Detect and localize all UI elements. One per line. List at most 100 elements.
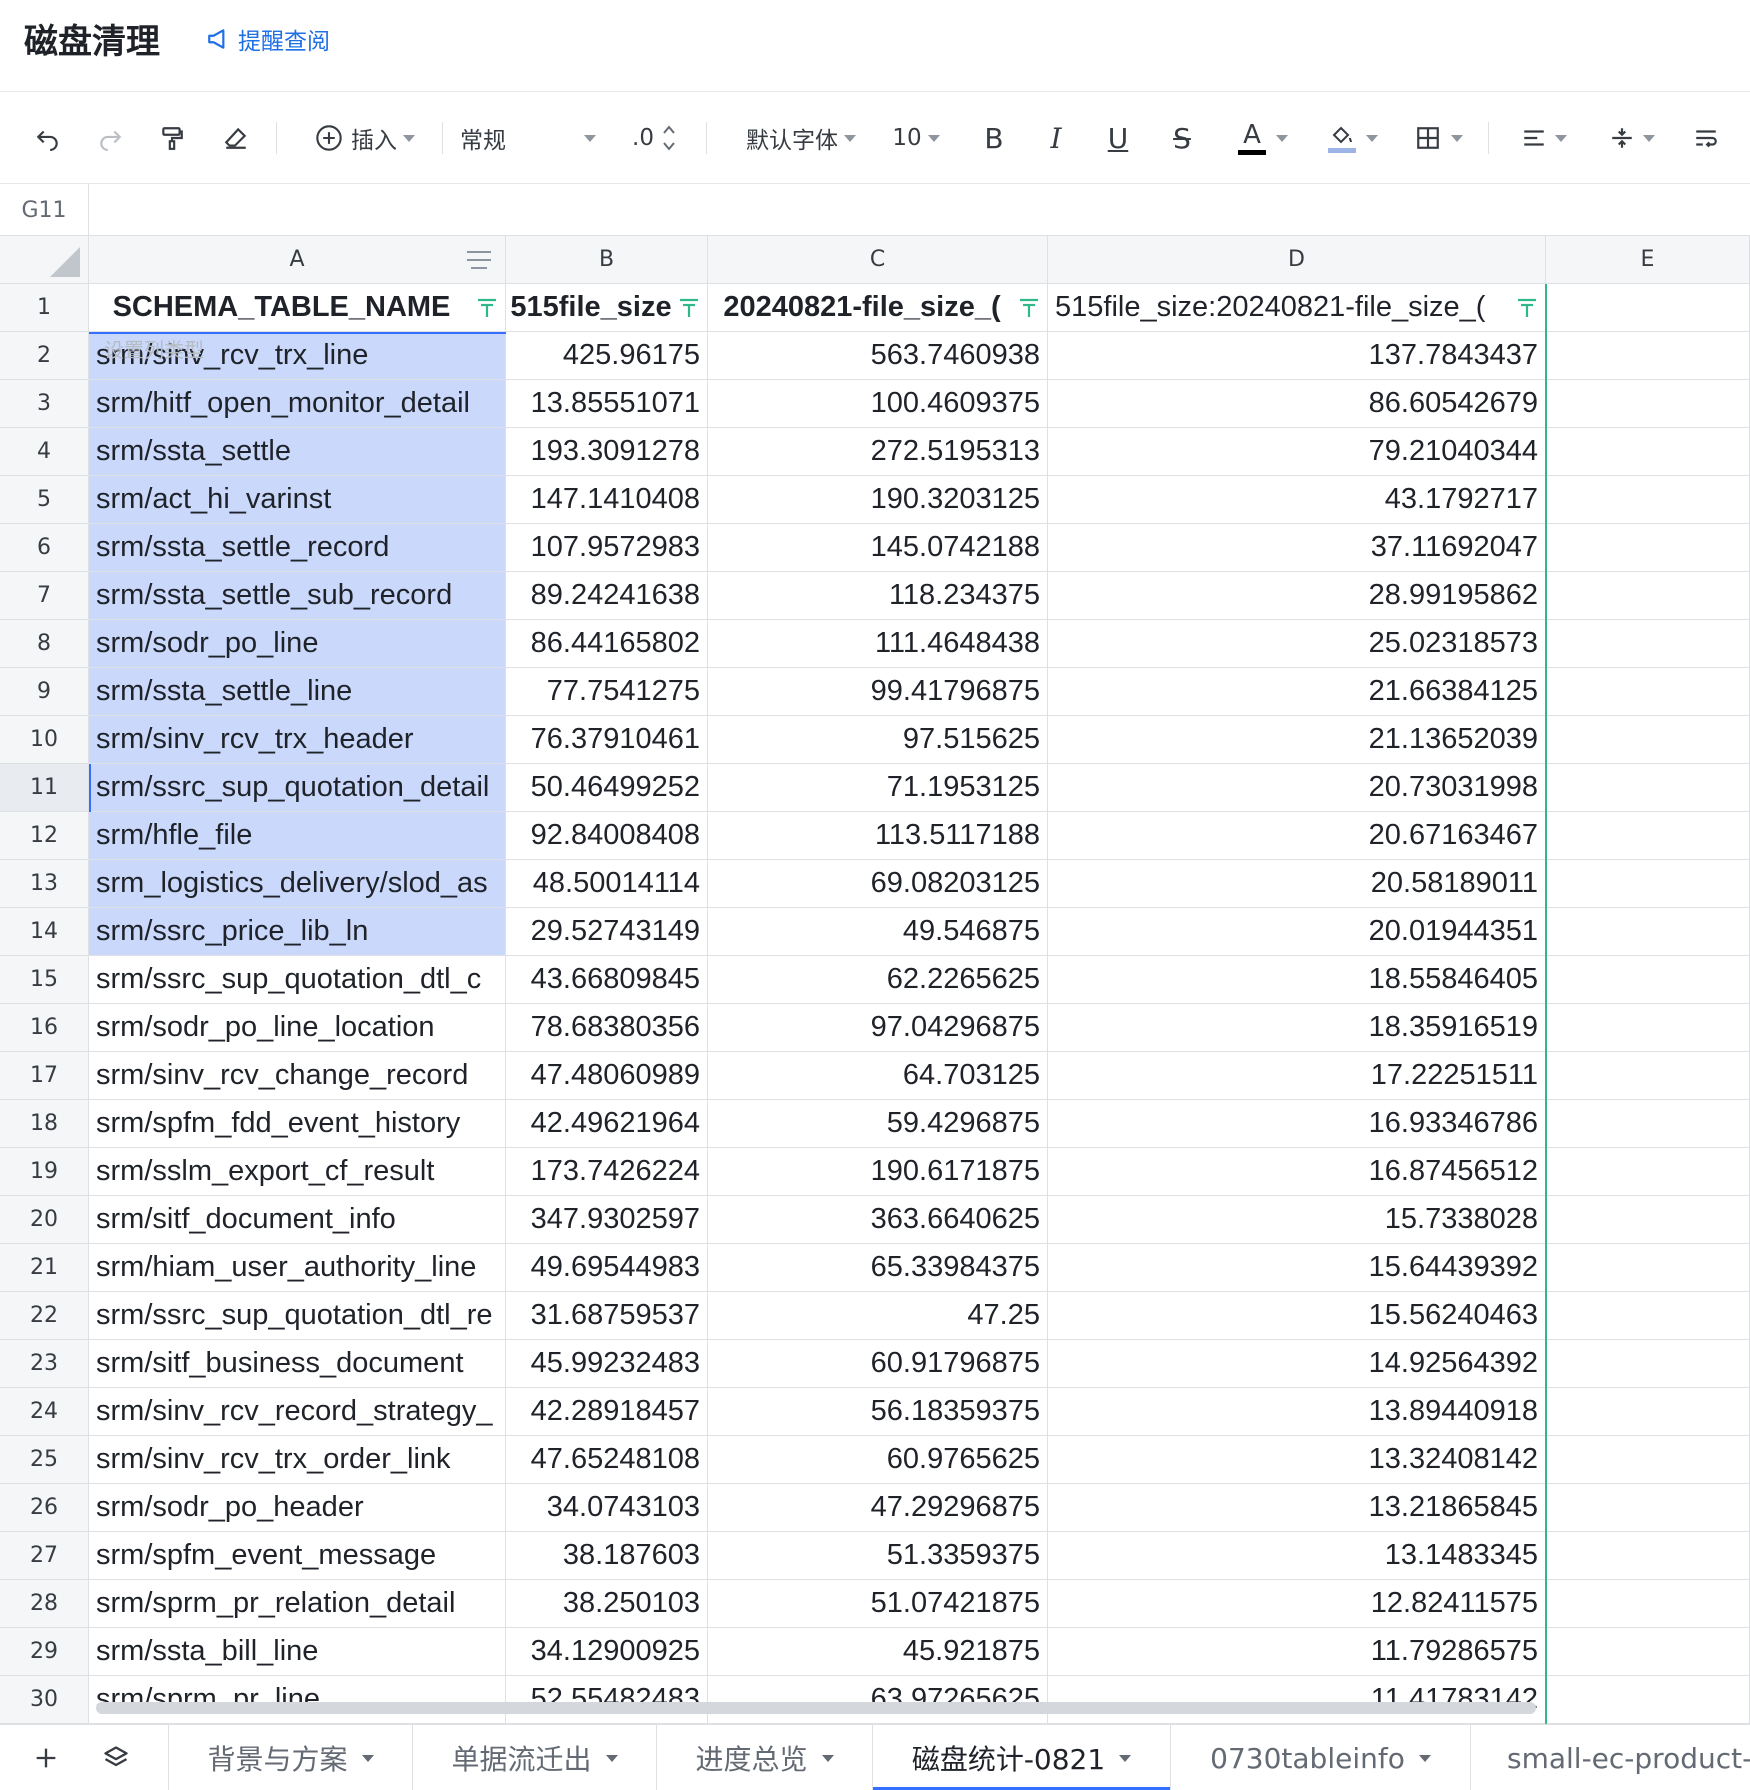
value-cell[interactable]: 100.4609375 [708, 380, 1048, 428]
table-name-cell[interactable]: srm/ssta_settle_sub_record [89, 572, 506, 620]
row-header[interactable]: 6 [0, 524, 89, 572]
value-cell[interactable]: 20.73031998 [1048, 764, 1546, 812]
row-header[interactable]: 29 [0, 1628, 89, 1676]
table-name-cell[interactable]: srm/sitf_business_document [89, 1340, 506, 1388]
value-cell[interactable]: 113.5117188 [708, 812, 1048, 860]
cell[interactable] [1546, 620, 1750, 668]
value-cell[interactable]: 17.22251511 [1048, 1052, 1546, 1100]
value-cell[interactable]: 60.9765625 [708, 1436, 1048, 1484]
row-header[interactable]: 13 [0, 860, 89, 908]
value-cell[interactable]: 51.3359375 [708, 1532, 1048, 1580]
filter-icon[interactable] [1515, 296, 1539, 320]
row-header[interactable]: 15 [0, 956, 89, 1004]
value-cell[interactable]: 20.01944351 [1048, 908, 1546, 956]
table-name-cell[interactable]: srm/spfm_event_message [89, 1532, 506, 1580]
row-header[interactable]: 26 [0, 1484, 89, 1532]
value-cell[interactable]: 363.6640625 [708, 1196, 1048, 1244]
redo-button[interactable] [90, 118, 130, 158]
value-cell[interactable]: 18.35916519 [1048, 1004, 1546, 1052]
table-name-cell[interactable]: srm/sodr_po_line [89, 620, 506, 668]
vertical-align-button[interactable] [1600, 118, 1664, 158]
cell[interactable] [1546, 284, 1750, 332]
row-header[interactable]: 8 [0, 620, 89, 668]
horizontal-align-button[interactable] [1512, 118, 1576, 158]
font-size-select[interactable]: 10 [886, 118, 946, 158]
table-name-cell[interactable]: srm/sodr_po_header [89, 1484, 506, 1532]
sheet-tab[interactable]: 背景与方案 [168, 1725, 412, 1790]
table-name-cell[interactable]: srm/ssrc_sup_quotation_detail [89, 764, 506, 812]
value-cell[interactable]: 31.68759537 [506, 1292, 708, 1340]
row-header[interactable]: 14 [0, 908, 89, 956]
row-header[interactable]: 28 [0, 1580, 89, 1628]
table-name-cell[interactable]: srm/ssrc_price_lib_ln [89, 908, 506, 956]
value-cell[interactable]: 47.25 [708, 1292, 1048, 1340]
chevron-down-icon[interactable] [821, 1754, 834, 1762]
value-cell[interactable]: 42.49621964 [506, 1100, 708, 1148]
value-cell[interactable]: 145.0742188 [708, 524, 1048, 572]
value-cell[interactable]: 34.0743103 [506, 1484, 708, 1532]
value-cell[interactable]: 147.1410408 [506, 476, 708, 524]
value-cell[interactable]: 13.89440918 [1048, 1388, 1546, 1436]
value-cell[interactable]: 92.84008408 [506, 812, 708, 860]
value-cell[interactable]: 69.08203125 [708, 860, 1048, 908]
cell[interactable] [1546, 1244, 1750, 1292]
cell[interactable] [1546, 812, 1750, 860]
column-header-c[interactable]: C [708, 236, 1048, 284]
number-format-select[interactable]: 常规 [460, 118, 596, 158]
header-cell[interactable]: SCHEMA_TABLE_NAME [89, 284, 506, 332]
value-cell[interactable]: 76.37910461 [506, 716, 708, 764]
cell[interactable] [1546, 1388, 1750, 1436]
value-cell[interactable]: 51.07421875 [708, 1580, 1048, 1628]
value-cell[interactable]: 193.3091278 [506, 428, 708, 476]
value-cell[interactable]: 59.4296875 [708, 1100, 1048, 1148]
cell[interactable] [1546, 1676, 1750, 1724]
chevron-down-icon[interactable] [1418, 1754, 1431, 1762]
value-cell[interactable]: 60.91796875 [708, 1340, 1048, 1388]
row-header[interactable]: 7 [0, 572, 89, 620]
cell[interactable] [1546, 1196, 1750, 1244]
strikethrough-button[interactable]: S [1162, 118, 1202, 158]
value-cell[interactable]: 16.93346786 [1048, 1100, 1546, 1148]
value-cell[interactable]: 18.55846405 [1048, 956, 1546, 1004]
row-header[interactable]: 5 [0, 476, 89, 524]
cell[interactable] [1546, 1484, 1750, 1532]
value-cell[interactable]: 42.28918457 [506, 1388, 708, 1436]
cell[interactable] [1546, 1580, 1750, 1628]
value-cell[interactable]: 62.2265625 [708, 956, 1048, 1004]
table-name-cell[interactable]: srm_logistics_delivery/slod_as [89, 860, 506, 908]
cell[interactable] [1546, 956, 1750, 1004]
row-header[interactable]: 2 [0, 332, 89, 380]
row-header[interactable]: 1 [0, 284, 89, 332]
value-cell[interactable]: 29.52743149 [506, 908, 708, 956]
cell[interactable] [1546, 380, 1750, 428]
cell[interactable] [1546, 332, 1750, 380]
value-cell[interactable]: 118.234375 [708, 572, 1048, 620]
sheet-tab[interactable]: 进度总览 [656, 1725, 872, 1790]
value-cell[interactable]: 56.18359375 [708, 1388, 1048, 1436]
value-cell[interactable]: 97.515625 [708, 716, 1048, 764]
value-cell[interactable]: 37.11692047 [1048, 524, 1546, 572]
row-header[interactable]: 9 [0, 668, 89, 716]
value-cell[interactable]: 16.87456512 [1048, 1148, 1546, 1196]
filter-icon[interactable] [475, 296, 499, 320]
value-cell[interactable]: 137.7843437 [1048, 332, 1546, 380]
sheet-tab[interactable]: 单据流迁出 [412, 1725, 656, 1790]
insert-button[interactable]: 插入 [300, 118, 430, 158]
value-cell[interactable]: 11.79286575 [1048, 1628, 1546, 1676]
cell[interactable] [1546, 860, 1750, 908]
value-cell[interactable]: 15.7338028 [1048, 1196, 1546, 1244]
column-menu-icon[interactable] [465, 248, 493, 272]
cell[interactable] [1546, 1532, 1750, 1580]
table-name-cell[interactable]: srm/ssta_bill_line [89, 1628, 506, 1676]
underline-button[interactable]: U [1098, 118, 1138, 158]
value-cell[interactable]: 63.97265625 [708, 1676, 1048, 1724]
value-cell[interactable]: 79.21040344 [1048, 428, 1546, 476]
value-cell[interactable]: 111.4648438 [708, 620, 1048, 668]
value-cell[interactable]: 45.921875 [708, 1628, 1048, 1676]
value-cell[interactable]: 272.5195313 [708, 428, 1048, 476]
table-name-cell[interactable]: srm/ssta_settle [89, 428, 506, 476]
table-name-cell[interactable]: srm/sprm_pr_line [89, 1676, 506, 1724]
chevron-down-icon[interactable] [1119, 1754, 1132, 1762]
value-cell[interactable]: 50.46499252 [506, 764, 708, 812]
borders-button[interactable] [1408, 118, 1470, 158]
